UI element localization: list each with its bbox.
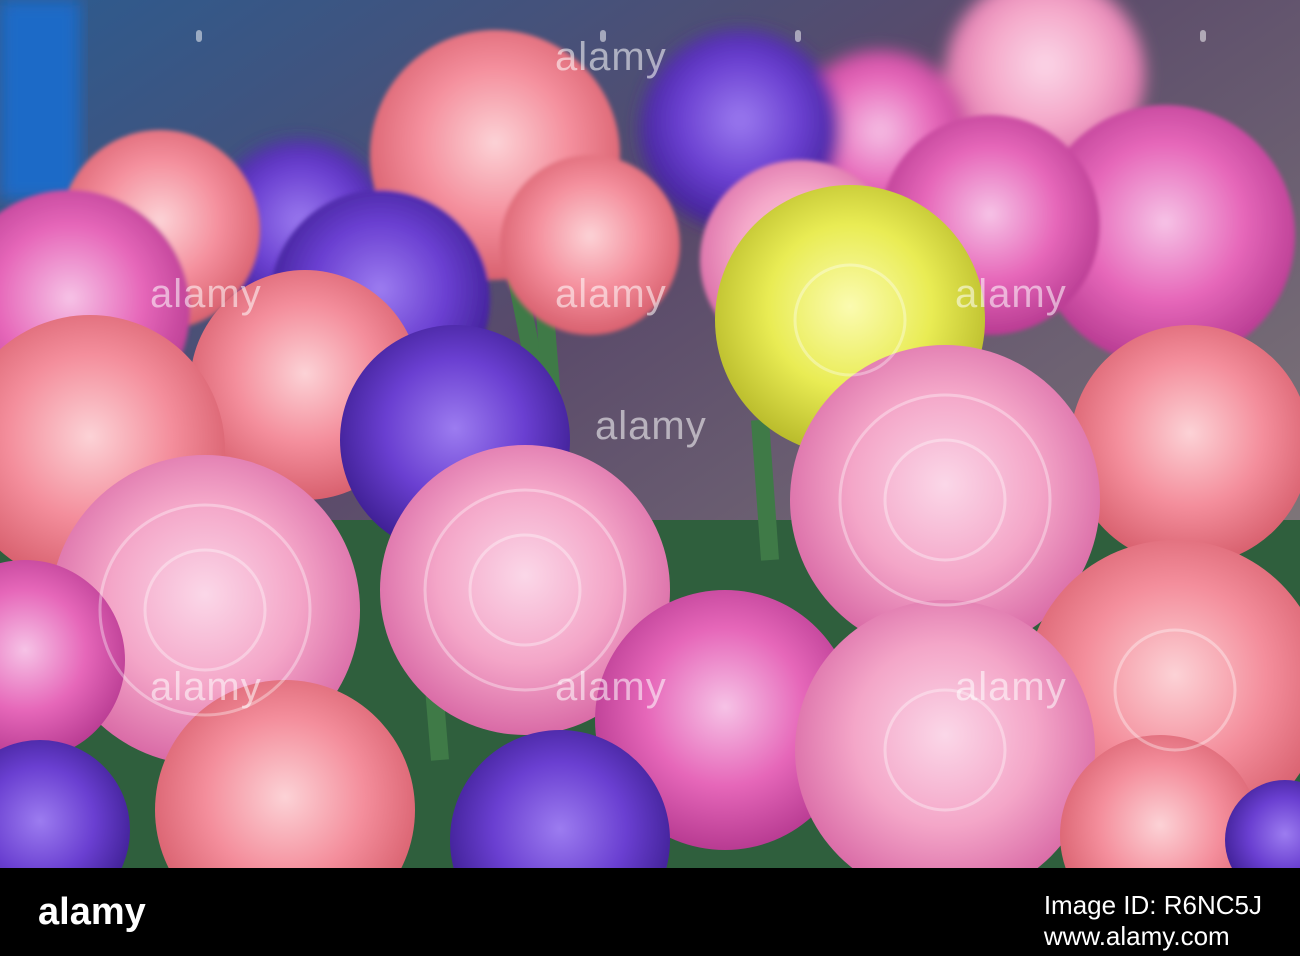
logo-text: alamy (38, 891, 146, 933)
site-url: www.alamy.com (1043, 921, 1230, 951)
footer-bar: alamy Image ID: R6NC5J www.alamy.com (0, 868, 1300, 956)
image-id: Image ID: R6NC5J (1043, 890, 1262, 920)
alamy-logo: alamy (38, 891, 146, 933)
watermark-ticks (0, 30, 1300, 50)
flower-bouquet-image (0, 0, 1300, 868)
stock-photo: alamy alamy alamy alamy alamy alamy alam… (0, 0, 1300, 868)
image-reference: Image ID: R6NC5J www.alamy.com (1044, 890, 1262, 952)
